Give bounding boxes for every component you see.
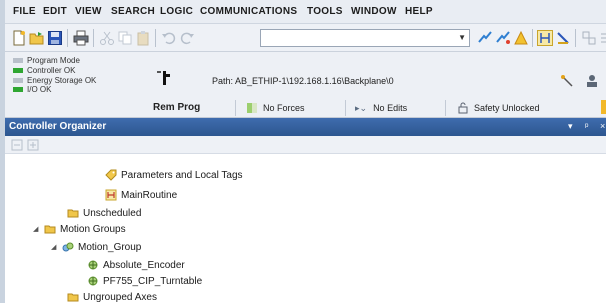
ladder-view-icon[interactable]	[537, 30, 553, 46]
structured-text-icon[interactable]	[599, 30, 606, 46]
expanded-chevron-icon[interactable]: ◢	[33, 225, 41, 233]
expand-all-icon[interactable]	[27, 139, 39, 151]
save-icon[interactable]	[47, 30, 63, 46]
motion-group-icon	[62, 242, 74, 252]
menu-tools[interactable]: TOOLS	[307, 6, 343, 17]
new-icon[interactable]	[11, 30, 27, 46]
controller-organizer-titlebar: Controller Organizer ▾ ᵖ ×	[5, 118, 606, 136]
pin-icon[interactable]: ᵖ	[585, 121, 588, 131]
tree-item-pf755-turntable[interactable]: PF755_CIP_Turntable	[87, 274, 202, 288]
close-icon[interactable]: ×	[600, 121, 605, 131]
collapse-all-icon[interactable]	[11, 139, 23, 151]
organizer-toolbar	[5, 136, 606, 154]
edits-status[interactable]: ▸⌄ No Edits	[355, 100, 407, 116]
routine-icon	[105, 189, 117, 201]
axis-icon	[88, 260, 98, 270]
status-controller-ok: Controller OK	[13, 66, 75, 75]
safety-status[interactable]: Safety Unlocked	[457, 100, 540, 116]
menu-logic[interactable]: LOGIC	[160, 6, 193, 17]
folder-icon	[44, 225, 56, 234]
menu-window[interactable]: WINDOW	[351, 6, 397, 17]
folder-icon	[67, 209, 79, 218]
tree-item-mainroutine[interactable]: MainRoutine	[105, 188, 177, 202]
organizer-tree: Parameters and Local Tags MainRoutine Un…	[5, 154, 606, 303]
paste-icon[interactable]	[135, 30, 151, 46]
forces-indicator-icon	[247, 103, 257, 113]
folder-icon	[67, 293, 79, 302]
axis-icon	[88, 276, 98, 286]
tree-item-parameters-tags[interactable]: Parameters and Local Tags	[105, 168, 243, 182]
status-program-mode: Program Mode	[13, 56, 80, 65]
undo-icon[interactable]	[161, 30, 177, 46]
menu-file[interactable]: FILE	[13, 6, 36, 17]
print-icon[interactable]	[73, 30, 89, 46]
menu-view[interactable]: VIEW	[75, 6, 102, 17]
cut-icon[interactable]	[99, 30, 115, 46]
menu-bar: FILE EDIT VIEW SEARCH LOGIC COMMUNICATIO…	[5, 0, 606, 24]
controller-mode: Rem Prog	[153, 102, 201, 113]
tree-item-motion-group[interactable]: ◢ Motion_Group	[51, 240, 141, 254]
open-icon[interactable]	[29, 30, 45, 46]
run-mode-key-icon	[157, 71, 170, 85]
redo-icon[interactable]	[179, 30, 195, 46]
tree-item-motion-groups[interactable]: ◢ Motion Groups	[33, 222, 126, 236]
expanded-chevron-icon[interactable]: ◢	[51, 243, 59, 251]
who-active-icon[interactable]	[585, 74, 599, 88]
safety-indicator	[601, 100, 606, 114]
communication-path[interactable]: Path: AB_ETHIP-1\192.168.1.16\Backplane\…	[212, 76, 394, 86]
browse-icon[interactable]	[513, 30, 529, 46]
organizer-title: Controller Organizer	[9, 121, 107, 132]
chevron-down-icon[interactable]: ▼	[458, 33, 466, 42]
edits-indicator-icon: ▸⌄	[355, 102, 368, 113]
menu-help[interactable]: HELP	[405, 6, 433, 17]
menu-edit[interactable]: EDIT	[43, 6, 67, 17]
menu-communications[interactable]: COMMUNICATIONS	[200, 6, 297, 17]
status-io-ok: I/O OK	[13, 85, 51, 94]
forces-status[interactable]: No Forces	[247, 100, 305, 116]
tag-icon	[105, 169, 117, 181]
find-next-icon[interactable]	[495, 30, 511, 46]
main-toolbar: ▼	[5, 24, 606, 52]
menu-search[interactable]: SEARCH	[111, 6, 155, 17]
status-energy-storage: Energy Storage OK	[13, 76, 96, 85]
tree-item-ungrouped-axes[interactable]: Ungrouped Axes	[67, 290, 157, 303]
tree-item-unscheduled[interactable]: Unscheduled	[67, 206, 141, 220]
find-icon[interactable]	[477, 30, 493, 46]
unlock-icon	[458, 102, 468, 114]
function-block-icon[interactable]	[555, 30, 571, 46]
copy-icon[interactable]	[117, 30, 133, 46]
sequence-icon[interactable]	[581, 30, 597, 46]
controller-status-panel: Program Mode Controller OK Energy Storag…	[5, 52, 606, 118]
dropdown-icon[interactable]: ▾	[568, 121, 573, 132]
network-icon[interactable]	[560, 74, 574, 88]
tree-item-absolute-encoder[interactable]: Absolute_Encoder	[87, 258, 185, 272]
search-combo[interactable]: ▼	[260, 29, 470, 47]
